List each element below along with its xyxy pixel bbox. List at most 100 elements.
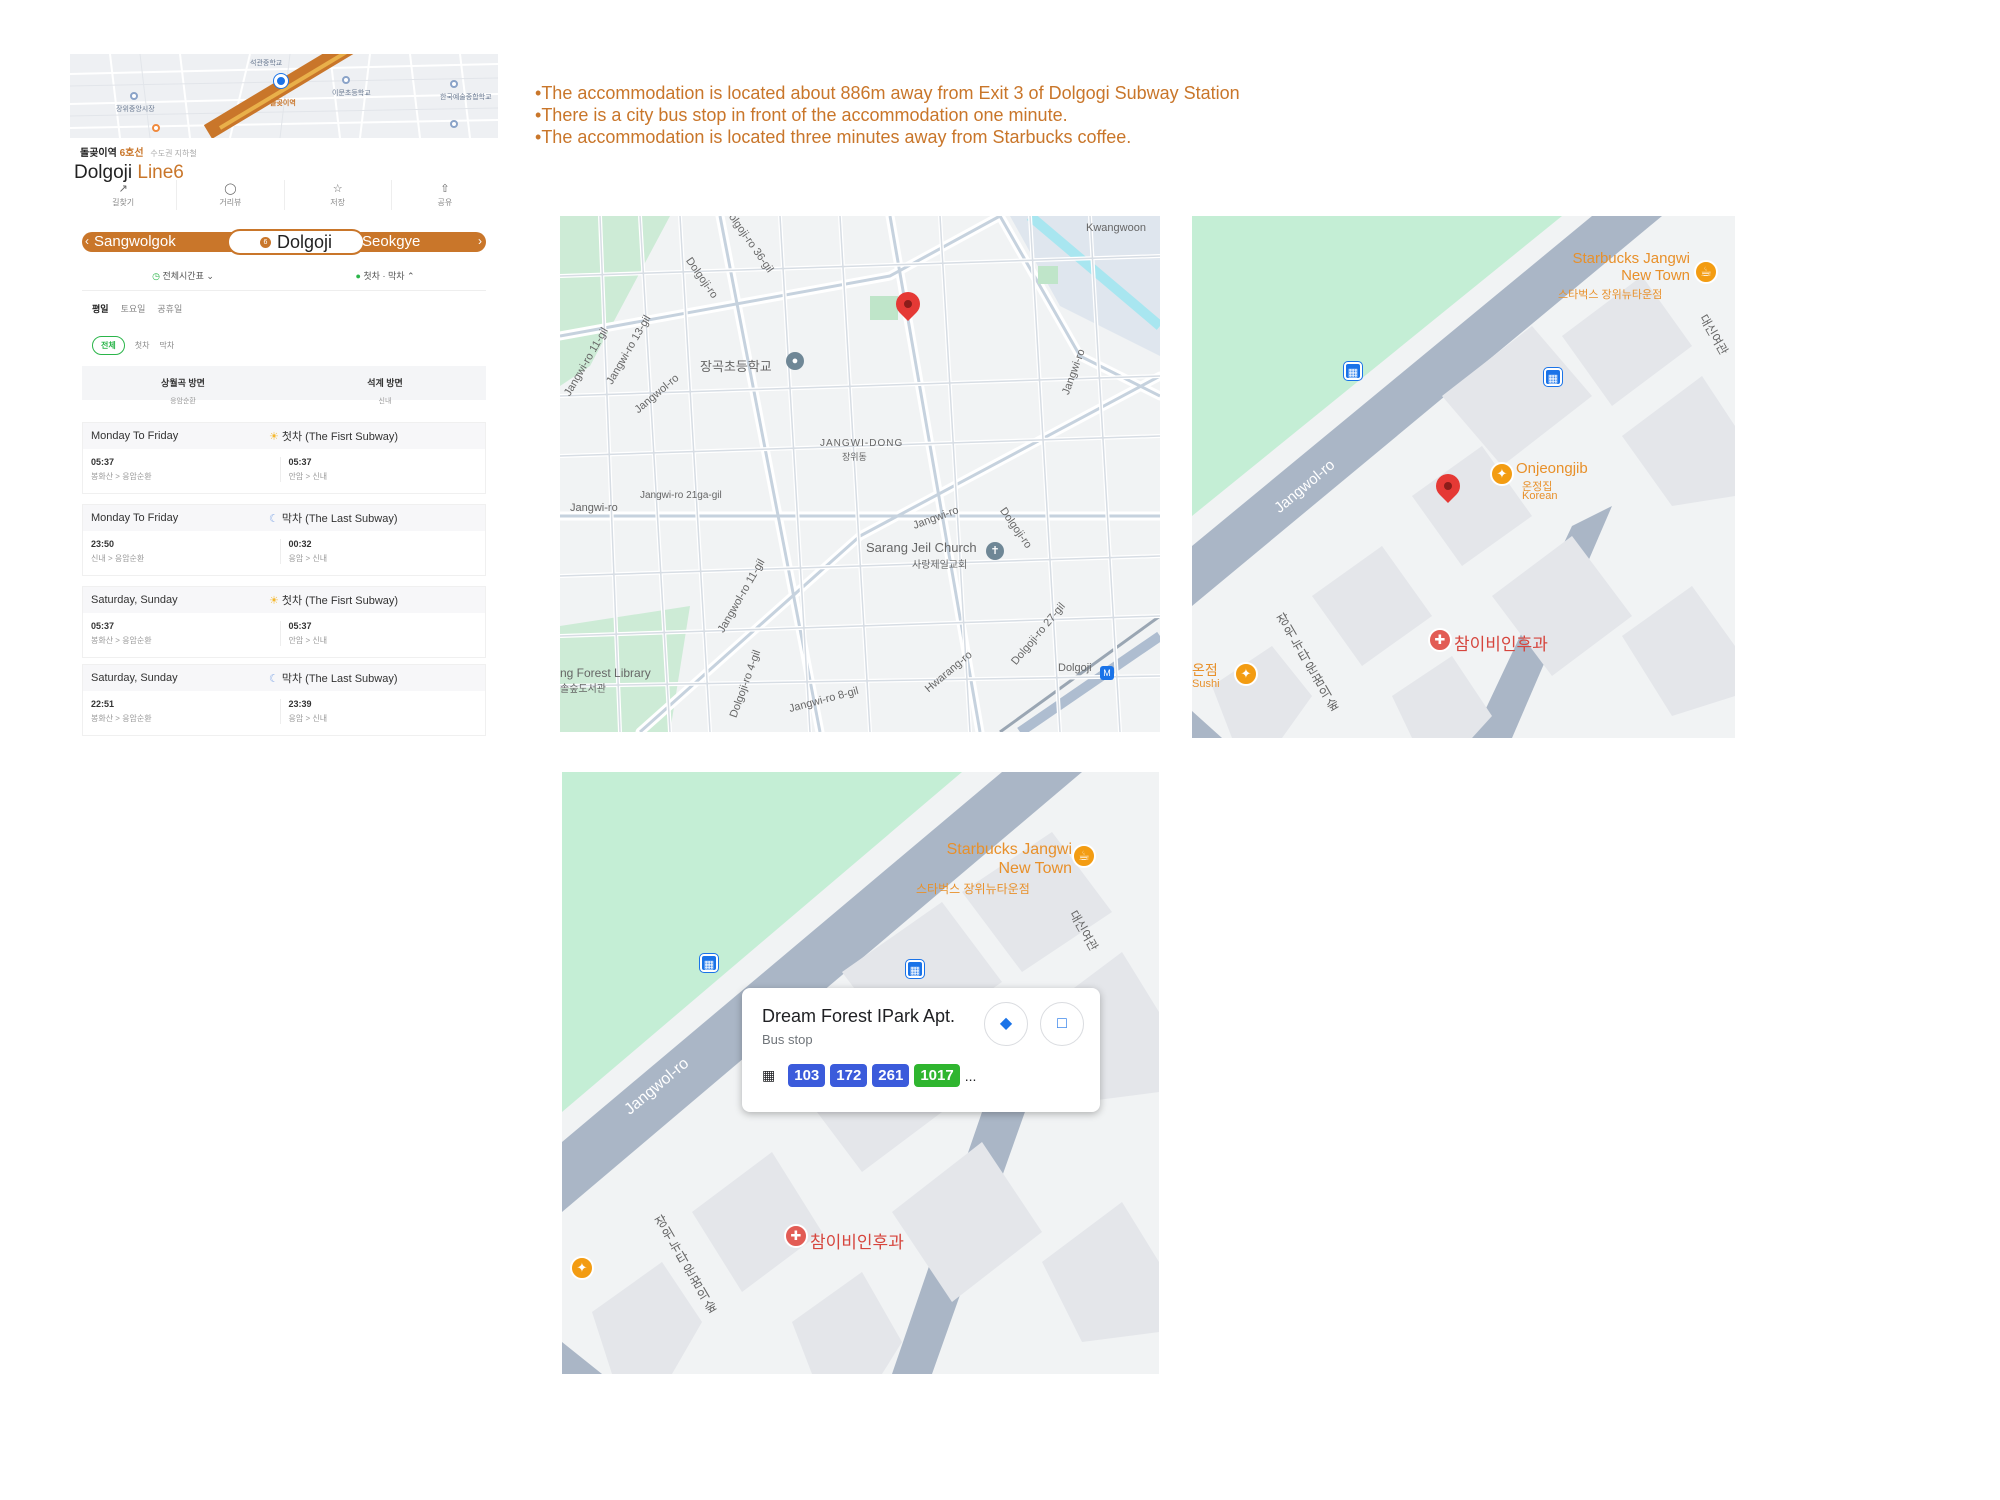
clinic-icon[interactable]: ✚: [1428, 628, 1452, 652]
schedule-route: 안암 > 신내: [288, 472, 328, 481]
tab-weekday[interactable]: 평일: [92, 302, 109, 315]
poi-dot: [450, 80, 458, 88]
directions-button[interactable]: ◆: [984, 1002, 1028, 1046]
share-button[interactable]: ⇧ 공유: [392, 180, 498, 210]
chevron-right-icon[interactable]: ›: [478, 234, 482, 248]
restaurant-icon[interactable]: ✦: [1490, 462, 1514, 486]
schedule-time: 23:39: [288, 699, 312, 709]
bus-stop-icon[interactable]: ▦: [1344, 362, 1362, 380]
subway-station-panel: 돌곶이역 석관중학교 장위중앙시장 이문초등학교 한국예술종합학교 돌곶이역 6…: [70, 54, 498, 736]
poi-dot: [152, 124, 160, 132]
neighborhood-map[interactable]: Kwangwoon 장곡초등학교 ● JANGWI-DONG 장위동 Saran…: [560, 216, 1160, 732]
schedule-route: 안암 > 신내: [288, 636, 328, 645]
schedule-day: Monday To Friday: [91, 512, 179, 524]
schedule-route: 봉화산 > 응암순환: [91, 472, 152, 481]
sun-icon: ☀: [269, 430, 279, 443]
street-view-label: 거리뷰: [219, 198, 242, 207]
clinic-icon[interactable]: ✚: [784, 1224, 808, 1248]
save-button[interactable]: □: [1040, 1002, 1084, 1046]
station-actions: ↗ 길찾기 ◯ 거리뷰 ☆ 저장 ⇧ 공유: [70, 180, 498, 210]
save-button[interactable]: ☆ 저장: [285, 180, 392, 210]
starbucks-label-kr: 스타벅스 장위뉴타운점: [1558, 289, 1663, 301]
prev-station-button[interactable]: Sangwolgok: [94, 233, 176, 250]
bus-stop-icon[interactable]: ▦: [1544, 368, 1562, 386]
mini-label: 석관중학교: [250, 60, 283, 67]
bus-stop-subtitle: Bus stop: [762, 1032, 813, 1047]
map-label-school: 장곡초등학교: [700, 359, 772, 374]
route-badge[interactable]: 172: [830, 1064, 868, 1087]
schedule-time: 23:50: [91, 539, 115, 549]
map-label: Kwangwoon: [1086, 222, 1146, 234]
road-label: Jangwi-ro: [570, 502, 618, 514]
direction-left-title: 상월곡 방면: [161, 378, 205, 388]
star-icon: ☆: [332, 183, 343, 195]
bus-stop-popup[interactable]: Dream Forest IPark Apt. Bus stop ◆ □ ▦ 1…: [742, 988, 1100, 1112]
line-navigator: ‹ Sangwolgok 6 Dolgoji Seokgye ›: [82, 229, 486, 255]
direction-right-title: 석계 방면: [367, 378, 403, 388]
directions-label: 길찾기: [112, 198, 135, 207]
mini-label: 장위중앙시장: [116, 106, 155, 113]
onjeongjib-label[interactable]: Onjeongjib: [1516, 460, 1588, 477]
schedule-time: 05:37: [288, 457, 312, 467]
direction-right[interactable]: 석계 방면 신내: [284, 366, 486, 405]
starbucks-label[interactable]: Starbucks Jangwi New Town: [932, 840, 1072, 878]
church-label-kr: 사랑제일교회: [912, 560, 968, 571]
zoomed-map[interactable]: ▦ ▦ ☕ Starbucks Jangwi New Town 스타벅스 장위뉴…: [1192, 216, 1735, 738]
mini-label-station: 돌곶이역: [270, 100, 296, 107]
filter-first[interactable]: 첫차: [135, 340, 150, 351]
direction-left[interactable]: 상월곡 방면 응암순환: [82, 366, 284, 405]
toggle-first-last[interactable]: ● 첫차 · 막차 ⌃: [284, 269, 486, 290]
schedule-route: 응암 > 신내: [288, 714, 328, 723]
mini-label: 한국예술종합학교: [440, 94, 492, 101]
coffee-icon[interactable]: ☕: [1694, 260, 1718, 284]
route-badge[interactable]: 103: [788, 1064, 826, 1087]
filter-last[interactable]: 막차: [159, 340, 174, 351]
coffee-icon[interactable]: ☕: [1072, 844, 1096, 868]
tab-holiday[interactable]: 공휴일: [157, 302, 182, 315]
train-filters: 전체 첫차 막차: [92, 336, 174, 355]
directions-icon: ◆: [999, 1015, 1013, 1032]
poi-dot: [130, 92, 138, 100]
district-label: JANGWI-DONG: [820, 438, 904, 449]
street-view-button[interactable]: ◯ 거리뷰: [177, 180, 285, 210]
directions-icon: ↗: [118, 183, 128, 195]
route-badge[interactable]: 1017: [914, 1064, 960, 1087]
district-label-kr: 장위동: [842, 452, 867, 462]
toggle-full-timetable[interactable]: ◷ 전체시간표 ⌄: [82, 269, 284, 290]
restaurant-icon[interactable]: ✦: [570, 1256, 594, 1280]
tab-saturday[interactable]: 토요일: [121, 302, 146, 315]
route-badge[interactable]: 261: [872, 1064, 910, 1087]
schedule-kind: 첫차 (The Fisrt Subway): [281, 595, 399, 607]
station-location-pin[interactable]: [274, 74, 288, 88]
church-icon: ✝: [986, 542, 1004, 560]
church-label: Sarang Jeil Church: [866, 540, 977, 555]
clinic-label[interactable]: 참이비인후과: [1454, 630, 1548, 655]
location-pin-icon: ◯: [224, 183, 237, 195]
share-label: 공유: [437, 198, 453, 207]
save-label: 저장: [330, 198, 345, 207]
mini-label: 이문초등학교: [332, 90, 371, 97]
schedule-day: Monday To Friday: [91, 430, 179, 442]
schedule-kind: 막차 (The Last Subway): [281, 513, 398, 525]
schedule-card: Saturday, Sunday ☀ 첫차 (The Fisrt Subway) 0…: [82, 586, 486, 658]
schedule-route: 봉화산 > 응암순환: [91, 636, 152, 645]
mini-map[interactable]: 돌곶이역 석관중학교 장위중앙시장 이문초등학교 한국예술종합학교: [70, 54, 498, 138]
sushi-label-kr: 온점: [1192, 662, 1218, 678]
bus-stop-icon[interactable]: ▦: [906, 960, 924, 978]
bus-stop-icon[interactable]: ▦: [700, 954, 718, 972]
library-label: ng Forest Library: [560, 666, 651, 680]
schedule-route: 신내 > 응암순환: [91, 554, 145, 563]
directions-button[interactable]: ↗ 길찾기: [70, 180, 178, 210]
more-routes[interactable]: ...: [965, 1068, 977, 1084]
schedule-day: Saturday, Sunday: [91, 594, 178, 606]
schedule-card: Monday To Friday ☾ 막차 (The Last Subway) 23…: [82, 504, 486, 576]
note-line: There is a city bus stop in front of the…: [535, 104, 1240, 126]
next-station-button[interactable]: Seokgye: [362, 233, 420, 250]
starbucks-label[interactable]: Starbucks Jangwi New Town: [1560, 250, 1690, 284]
filter-all[interactable]: 전체: [92, 336, 125, 355]
note-line: The accommodation is located about 886m …: [535, 82, 1239, 104]
clinic-label[interactable]: 참이비인후과: [810, 1228, 904, 1253]
restaurant-icon[interactable]: ✦: [1234, 662, 1258, 686]
chevron-left-icon[interactable]: ‹: [85, 234, 89, 248]
bookmark-icon: □: [1057, 1015, 1067, 1032]
